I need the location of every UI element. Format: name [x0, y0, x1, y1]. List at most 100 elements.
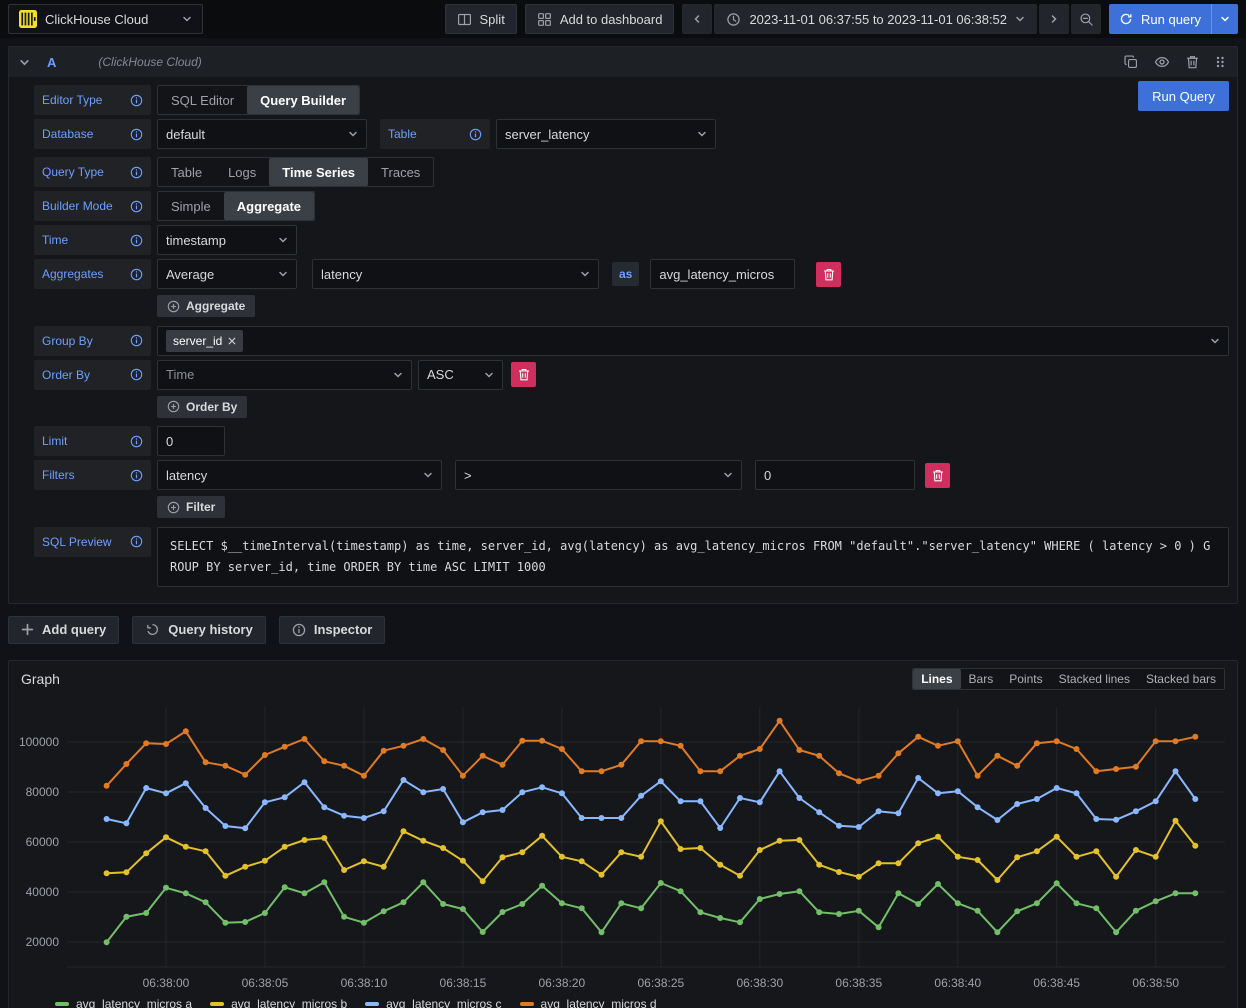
run-query-dropdown[interactable] — [1211, 4, 1238, 34]
legend-item[interactable]: avg_latency_micros a — [55, 997, 192, 1008]
graph-mode-stacked-bars[interactable]: Stacked bars — [1138, 669, 1224, 689]
info-icon[interactable] — [469, 128, 482, 141]
info-icon[interactable] — [130, 200, 143, 213]
datasource-picker[interactable]: ClickHouse Cloud — [8, 4, 203, 34]
add-query-button[interactable]: Add query — [8, 616, 119, 644]
filter-field-select[interactable]: latency — [157, 460, 442, 490]
database-label: Database — [34, 119, 151, 149]
query-type-table[interactable]: Table — [158, 158, 215, 186]
info-icon[interactable] — [130, 435, 143, 448]
legend-item[interactable]: avg_latency_micros d — [520, 997, 657, 1008]
chevron-right-icon — [1049, 14, 1059, 24]
time-range-picker[interactable]: 2023-11-01 06:37:55 to 2023-11-01 06:38:… — [714, 4, 1037, 34]
as-keyword-chip: as — [612, 262, 639, 286]
svg-text:06:38:00: 06:38:00 — [143, 976, 190, 990]
builder-mode-aggregate[interactable]: Aggregate — [224, 192, 314, 220]
query-type-logs[interactable]: Logs — [215, 158, 269, 186]
time-range-controls: 2023-11-01 06:37:55 to 2023-11-01 06:38:… — [682, 4, 1101, 34]
add-order-by-button[interactable]: Order By — [157, 396, 247, 418]
time-shift-back-button[interactable] — [682, 4, 712, 34]
info-icon[interactable] — [130, 268, 143, 281]
add-filter-button[interactable]: Filter — [157, 496, 225, 518]
order-by-field-select[interactable]: Time — [157, 360, 412, 390]
sql-preview-text: SELECT $__timeInterval(timestamp) as tim… — [157, 527, 1229, 587]
run-query-button[interactable]: Run Query — [1138, 81, 1229, 111]
editor-type-query-builder[interactable]: Query Builder — [247, 86, 359, 114]
split-icon — [457, 12, 472, 27]
chevron-down-icon — [393, 370, 403, 380]
trash-icon — [518, 368, 530, 381]
run-query-split-button[interactable]: Run query — [1109, 4, 1238, 34]
aggregate-column-select[interactable]: latency — [312, 259, 599, 289]
hide-response-eye-icon[interactable] — [1154, 54, 1170, 70]
group-by-select[interactable]: server_id — [157, 326, 1229, 356]
chevron-down-icon — [580, 269, 590, 279]
remove-query-trash-icon[interactable] — [1186, 55, 1199, 69]
order-by-direction-select[interactable]: ASC — [418, 360, 503, 390]
limit-input[interactable]: 0 — [157, 426, 225, 456]
svg-text:06:38:20: 06:38:20 — [539, 976, 586, 990]
query-type-traces[interactable]: Traces — [368, 158, 433, 186]
legend-item[interactable]: avg_latency_micros b — [210, 997, 347, 1008]
duplicate-query-icon[interactable] — [1124, 55, 1138, 69]
legend-swatch — [520, 1002, 534, 1006]
svg-text:20000: 20000 — [26, 935, 60, 949]
time-range-text: 2023-11-01 06:37:55 to 2023-11-01 06:38:… — [749, 12, 1007, 27]
legend-item[interactable]: avg_latency_micros c — [365, 997, 501, 1008]
time-shift-forward-button[interactable] — [1039, 4, 1069, 34]
table-select[interactable]: server_latency — [496, 119, 716, 149]
editor-type-sql-editor[interactable]: SQL Editor — [158, 86, 247, 114]
info-icon[interactable] — [130, 94, 143, 107]
svg-text:06:38:10: 06:38:10 — [341, 976, 388, 990]
query-type-time-series[interactable]: Time Series — [269, 158, 368, 186]
graph-mode-bars[interactable]: Bars — [961, 669, 1002, 689]
chevron-down-icon — [484, 370, 494, 380]
query-type-label: Query Type — [34, 157, 151, 187]
graph-mode-stacked-lines[interactable]: Stacked lines — [1051, 669, 1138, 689]
info-icon[interactable] — [130, 469, 143, 482]
graph-mode-lines[interactable]: Lines — [913, 669, 960, 689]
drag-handle-icon[interactable] — [1215, 55, 1225, 69]
chevron-down-icon — [1015, 14, 1025, 24]
database-select[interactable]: default — [157, 119, 367, 149]
chevron-down-icon — [278, 235, 288, 245]
builder-mode-toggle: Simple Aggregate — [157, 191, 315, 221]
info-icon[interactable] — [130, 334, 143, 347]
info-icon[interactable] — [130, 234, 143, 247]
remove-order-by-button[interactable] — [511, 362, 536, 387]
collapse-chevron-icon[interactable] — [19, 57, 30, 68]
query-type-toggle: Table Logs Time Series Traces — [157, 157, 434, 187]
remove-aggregate-button[interactable] — [816, 262, 841, 287]
add-to-dashboard-button[interactable]: Add to dashboard — [525, 4, 675, 34]
info-icon[interactable] — [130, 368, 143, 381]
info-icon[interactable] — [130, 166, 143, 179]
aggregate-alias-input[interactable]: avg_latency_micros — [650, 259, 795, 289]
add-aggregate-button[interactable]: Aggregate — [157, 295, 255, 317]
svg-text:60000: 60000 — [26, 835, 60, 849]
legend-swatch — [210, 1002, 224, 1006]
chevron-down-icon — [423, 470, 433, 480]
query-row-header[interactable]: A (ClickHouse Cloud) — [9, 47, 1237, 77]
legend-label: avg_latency_micros a — [76, 997, 192, 1008]
filter-operator-select[interactable]: > — [455, 460, 742, 490]
group-by-label: Group By — [34, 326, 151, 356]
time-series-chart[interactable]: 2000040000600008000010000006:38:0006:38:… — [9, 693, 1237, 995]
query-history-button[interactable]: Query history — [132, 616, 266, 644]
aggregates-label: Aggregates — [34, 259, 151, 289]
split-button[interactable]: Split — [445, 4, 517, 34]
zoom-out-button[interactable] — [1071, 4, 1101, 34]
clock-icon — [726, 12, 741, 27]
close-icon[interactable] — [228, 337, 236, 345]
svg-text:80000: 80000 — [26, 785, 60, 799]
svg-text:06:38:45: 06:38:45 — [1033, 976, 1080, 990]
remove-filter-button[interactable] — [925, 463, 950, 488]
split-label: Split — [480, 12, 505, 27]
aggregate-function-select[interactable]: Average — [157, 259, 297, 289]
info-icon[interactable] — [130, 535, 143, 548]
time-column-select[interactable]: timestamp — [157, 225, 297, 255]
builder-mode-simple[interactable]: Simple — [158, 192, 224, 220]
inspector-button[interactable]: Inspector — [279, 616, 386, 644]
filter-value-input[interactable]: 0 — [755, 460, 915, 490]
graph-mode-points[interactable]: Points — [1001, 669, 1050, 689]
info-icon[interactable] — [130, 128, 143, 141]
